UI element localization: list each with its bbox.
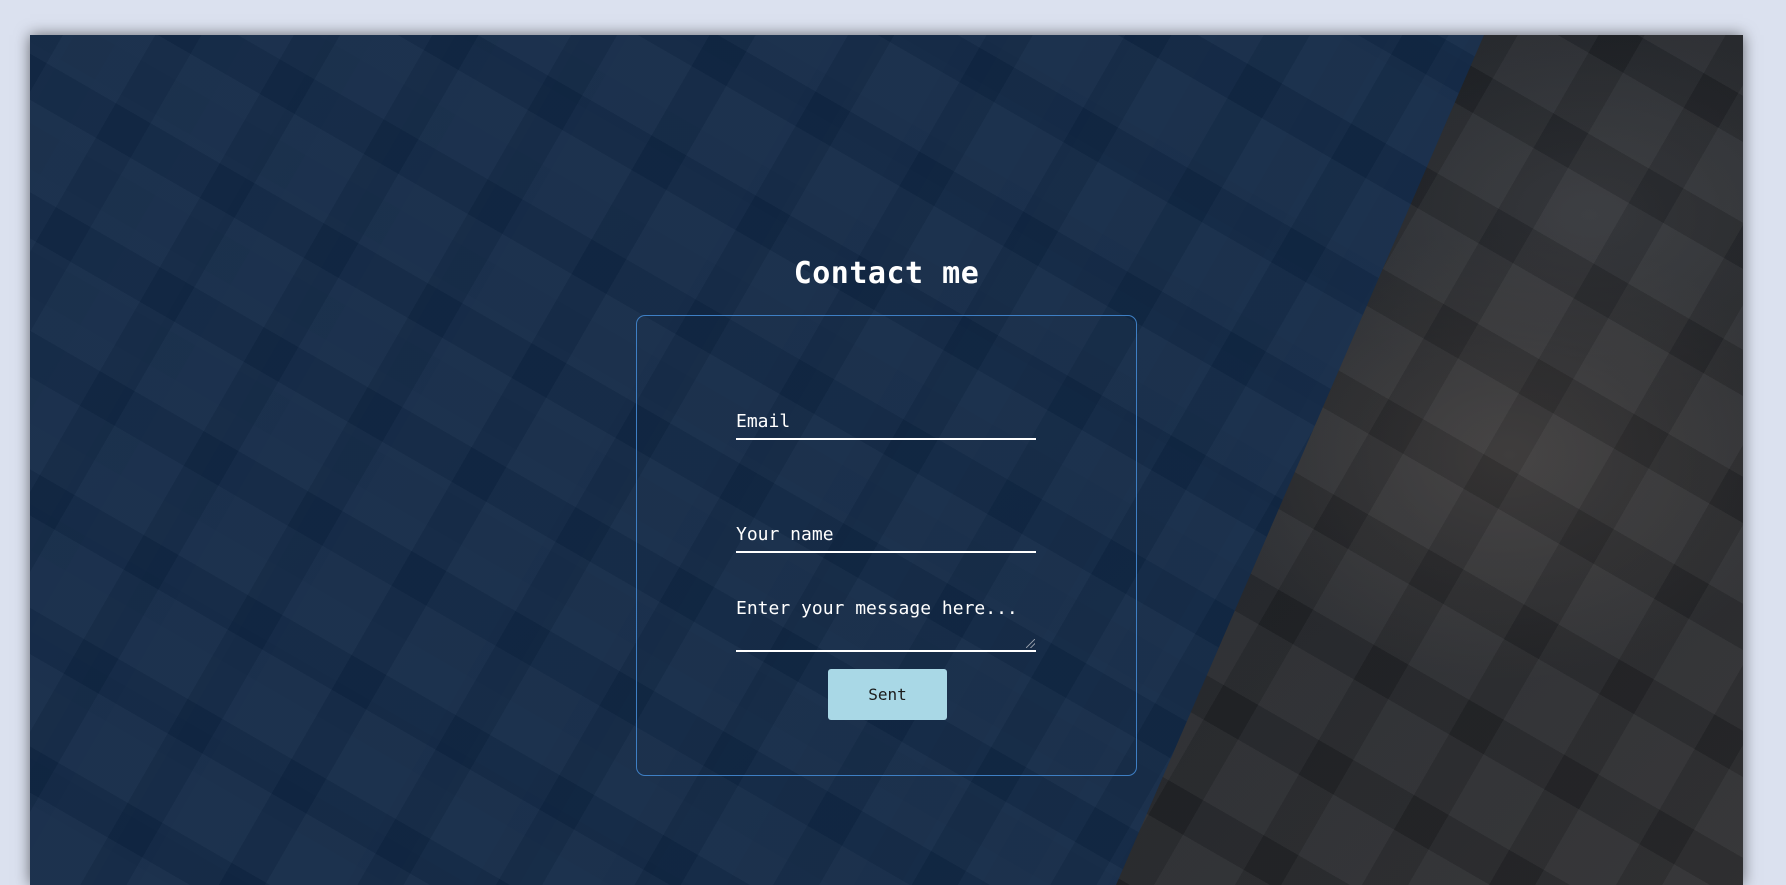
email-field[interactable]: Email xyxy=(736,411,1036,440)
message-placeholder: Enter your message here... xyxy=(736,598,1018,619)
resize-grip-icon[interactable] xyxy=(1026,639,1035,648)
send-button[interactable]: Sent xyxy=(828,669,947,720)
contact-form: Email Your name Enter your message here.… xyxy=(636,315,1137,776)
message-textarea[interactable]: Enter your message here... xyxy=(736,598,1036,652)
contact-card: Contact me Email Your name Enter your me… xyxy=(30,35,1743,885)
name-field[interactable]: Your name xyxy=(736,524,1036,553)
page-title: Contact me xyxy=(793,256,980,291)
